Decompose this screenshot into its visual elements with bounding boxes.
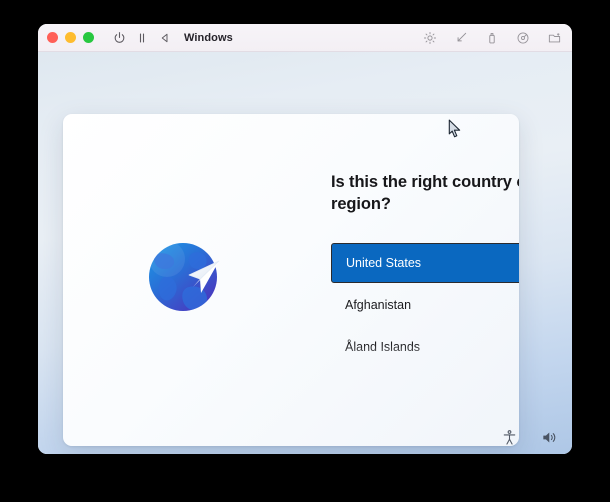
disc-icon[interactable] xyxy=(514,29,532,47)
guest-status-bar xyxy=(500,428,558,447)
page-title: Is this the right country or region? xyxy=(331,173,519,213)
list-item[interactable]: Åland Islands xyxy=(331,329,519,365)
list-item[interactable]: United States xyxy=(331,243,519,283)
resize-icon[interactable] xyxy=(452,29,470,47)
content-pane: Is this the right country or region? Uni… xyxy=(306,114,519,446)
list-item[interactable]: Albania xyxy=(331,371,519,383)
titlebar-tool-icons xyxy=(408,29,563,47)
close-button[interactable] xyxy=(47,32,58,43)
power-icon[interactable] xyxy=(110,29,128,47)
volume-icon[interactable] xyxy=(539,428,558,447)
minimize-button[interactable] xyxy=(65,32,76,43)
country-label: Afghanistan xyxy=(345,298,412,312)
shared-folder-icon[interactable] xyxy=(545,29,563,47)
country-label: Åland Islands xyxy=(345,340,421,354)
window-title: Windows xyxy=(184,31,233,44)
country-label: Albania xyxy=(345,382,387,383)
maximize-button[interactable] xyxy=(83,32,94,43)
usb-icon[interactable] xyxy=(483,29,501,47)
oobe-card: Is this the right country or region? Uni… xyxy=(63,114,519,446)
illustration-pane xyxy=(63,114,306,446)
accessibility-icon[interactable] xyxy=(500,428,519,447)
brightness-icon[interactable] xyxy=(421,29,439,47)
vm-window: Windows Is this the right country or reg… xyxy=(38,24,572,454)
window-titlebar[interactable]: Windows xyxy=(38,24,572,52)
play-back-icon[interactable] xyxy=(156,29,174,47)
list-item[interactable]: Afghanistan xyxy=(331,287,519,323)
guest-desktop: Is this the right country or region? Uni… xyxy=(38,52,572,454)
country-label: United States xyxy=(346,256,422,270)
globe-paper-plane-icon xyxy=(141,231,229,319)
pause-icon[interactable] xyxy=(133,29,151,47)
country-list[interactable]: United States Afghanistan Åland Islands … xyxy=(331,243,519,383)
